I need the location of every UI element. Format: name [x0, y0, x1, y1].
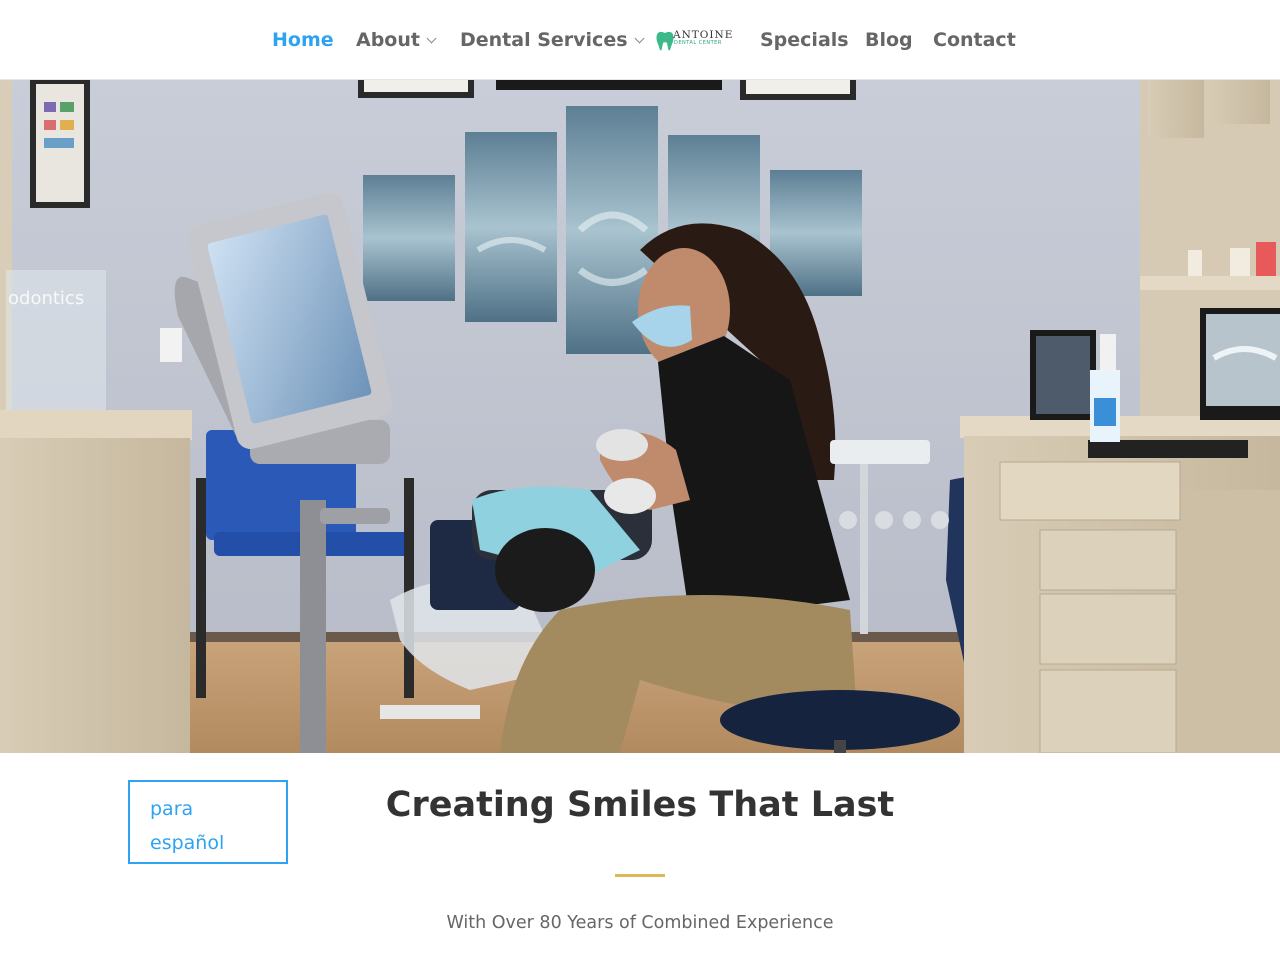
- nav-dental-services-label: Dental Services: [460, 29, 628, 51]
- headline-divider: [615, 874, 665, 877]
- nav-about[interactable]: About: [356, 27, 437, 53]
- site-logo[interactable]: ANTOINE DENTAL CENTER: [655, 28, 733, 54]
- nav-dental-services[interactable]: Dental Services: [460, 27, 644, 53]
- dental-office-photo: odontics: [0, 80, 1280, 753]
- nav-specials[interactable]: Specials: [760, 27, 849, 53]
- hero-image: odontics: [0, 80, 1280, 753]
- chevron-down-icon: [426, 33, 437, 44]
- nav-contact[interactable]: Contact: [933, 27, 1016, 53]
- page-headline: Creating Smiles That Last: [385, 785, 895, 825]
- page-subheadline: With Over 80 Years of Combined Experienc…: [446, 913, 834, 933]
- nav-about-label: About: [356, 29, 420, 51]
- nav-home[interactable]: Home: [272, 27, 334, 53]
- wall-sign-text: odontics: [8, 288, 84, 309]
- site-header: Home About Dental Services ANTOINE DENTA…: [0, 0, 1280, 80]
- logo-subtext: DENTAL CENTER: [674, 40, 722, 46]
- chevron-down-icon: [634, 33, 644, 44]
- nav-blog[interactable]: Blog: [865, 27, 913, 53]
- tooth-icon: [656, 31, 674, 51]
